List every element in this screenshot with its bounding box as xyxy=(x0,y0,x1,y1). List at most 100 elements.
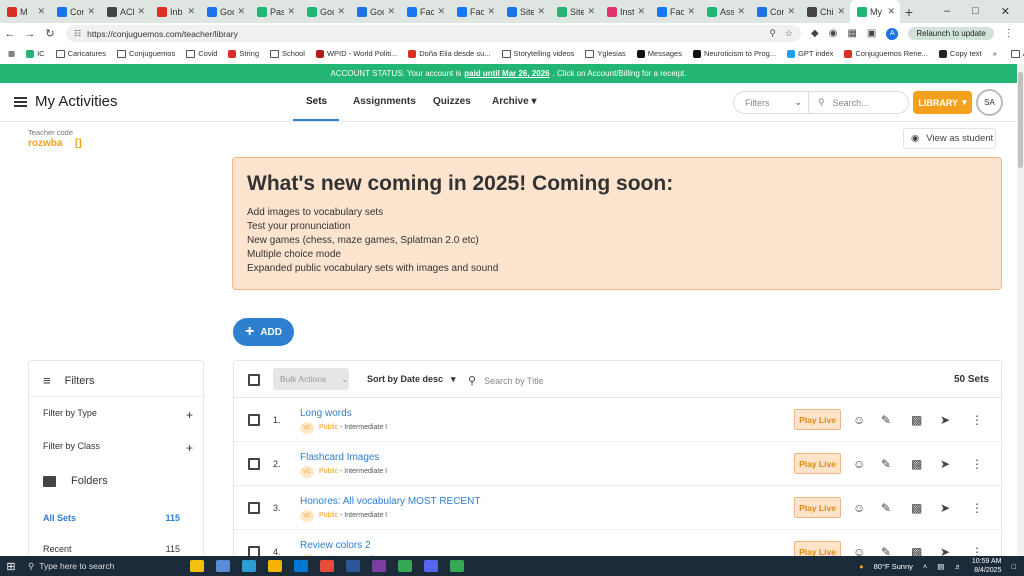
menu-dots-icon[interactable]: ⋮ xyxy=(1004,28,1014,39)
plus-icon[interactable]: + xyxy=(186,408,193,422)
play-live-button[interactable]: Play Live xyxy=(794,453,841,474)
app-icon[interactable] xyxy=(372,560,386,572)
filters-dropdown[interactable]: Filters ⌄ xyxy=(733,91,809,114)
tab-sets[interactable]: Sets xyxy=(306,96,327,107)
browser-tab[interactable]: Face✕ xyxy=(650,0,700,23)
close-tab-icon[interactable]: ✕ xyxy=(537,6,545,17)
browser-tab[interactable]: Goo✕ xyxy=(300,0,350,23)
share-users-icon[interactable]: ☺ xyxy=(853,413,865,427)
bookmark-item[interactable]: String xyxy=(228,49,259,58)
tray-up-icon[interactable]: ˄ xyxy=(923,562,927,571)
puzzle-icon[interactable]: ▦ xyxy=(847,28,856,39)
volume-icon[interactable]: ♬ xyxy=(954,562,962,571)
share-users-icon[interactable]: ☺ xyxy=(853,457,865,471)
bookmark-item[interactable]: Doña Elia desde su... xyxy=(408,49,491,58)
search-input[interactable]: ⚲ Search... xyxy=(809,91,909,114)
forward-icon[interactable]: → xyxy=(20,28,40,40)
search-by-title-input[interactable]: ⚲ Search by Title xyxy=(468,374,544,387)
bookmark-item[interactable]: IC xyxy=(26,49,45,58)
bookmark-item[interactable]: Conjuguemos Rene... xyxy=(844,49,928,58)
close-tab-icon[interactable]: ✕ xyxy=(837,6,845,17)
bookmark-item[interactable]: Neuroticism to Prog... xyxy=(692,49,776,58)
extension-icon-2[interactable]: ◉ xyxy=(829,28,838,39)
stats-bar-chart-icon[interactable]: ▩ xyxy=(911,457,922,471)
tab-assignments[interactable]: Assignments xyxy=(353,96,416,107)
browser-tab[interactable]: Site ✕ xyxy=(500,0,550,23)
row-checkbox[interactable] xyxy=(248,414,260,426)
tab-quizzes[interactable]: Quizzes xyxy=(433,96,471,107)
chrome-icon[interactable] xyxy=(450,560,464,572)
browser-tab[interactable]: Pas ✕ xyxy=(250,0,300,23)
copilot-icon[interactable] xyxy=(216,560,230,572)
scrollbar-thumb[interactable] xyxy=(1018,72,1023,168)
stats-bar-chart-icon[interactable]: ▩ xyxy=(911,413,922,427)
reload-icon[interactable]: ↻ xyxy=(40,27,60,40)
bookmark-item[interactable]: Covid xyxy=(186,49,217,58)
notifications-icon[interactable]: □ xyxy=(1011,562,1016,571)
address-bar[interactable]: ☷ https://conjuguemos.com/teacher/librar… xyxy=(66,25,801,42)
filter-by-type[interactable]: Filter by Type + xyxy=(43,408,193,422)
close-tab-icon[interactable]: ✕ xyxy=(887,6,895,17)
all-bookmarks-button[interactable]: All Bookmarks xyxy=(1010,49,1024,58)
new-tab-icon[interactable]: + xyxy=(900,4,918,20)
library-button[interactable]: LIBRARY ▾ xyxy=(913,91,972,114)
more-options-icon[interactable]: ⋮ xyxy=(971,457,983,471)
close-tab-icon[interactable]: ✕ xyxy=(737,6,745,17)
windows-start-icon[interactable]: ⊞ xyxy=(0,560,22,573)
app-icon[interactable] xyxy=(294,560,308,572)
set-title-link[interactable]: Honores: All vocabulary MOST RECENT xyxy=(300,496,480,507)
bookmark-item[interactable]: School xyxy=(270,49,305,58)
more-bookmarks-icon[interactable]: » xyxy=(993,49,997,58)
plus-icon[interactable]: + xyxy=(186,441,193,455)
discord-icon[interactable] xyxy=(424,560,438,572)
browser-tab[interactable]: Con ✕ xyxy=(750,0,800,23)
bookmark-item[interactable]: WPID - World Politi... xyxy=(315,49,397,58)
stats-bar-chart-icon[interactable]: ▩ xyxy=(911,501,922,515)
edit-pencil-icon[interactable]: ✎ xyxy=(881,501,891,515)
file-explorer-icon[interactable] xyxy=(268,560,282,572)
folder-recent[interactable]: Recent 115 xyxy=(43,544,180,554)
close-window-icon[interactable]: ✕ xyxy=(1001,5,1010,18)
browser-tab[interactable]: ACF✕ xyxy=(100,0,150,23)
edit-pencil-icon[interactable]: ✎ xyxy=(881,413,891,427)
weather-text[interactable]: 80°F Sunny xyxy=(874,562,913,571)
extension-icon[interactable]: ◆ xyxy=(811,28,819,39)
bookmark-item[interactable]: Caricatures xyxy=(55,49,106,58)
maximize-icon[interactable]: □ xyxy=(972,5,979,18)
close-tab-icon[interactable]: ✕ xyxy=(337,6,345,17)
select-all-checkbox[interactable] xyxy=(248,374,260,386)
star-icon[interactable]: ☆ xyxy=(785,28,793,39)
bookmark-item[interactable]: Conjuguemos xyxy=(116,49,175,58)
profile-avatar[interactable]: A xyxy=(886,27,899,40)
close-tab-icon[interactable]: ✕ xyxy=(437,6,445,17)
browser-tab[interactable]: M ✕ xyxy=(0,0,50,23)
browser-tab[interactable]: Goo✕ xyxy=(200,0,250,23)
send-icon[interactable]: ➤ xyxy=(940,413,950,427)
close-tab-icon[interactable]: ✕ xyxy=(287,6,295,17)
back-icon[interactable]: ← xyxy=(0,28,20,40)
close-tab-icon[interactable]: ✕ xyxy=(687,6,695,17)
sort-dropdown[interactable]: Sort by Date desc ▾ xyxy=(367,374,456,385)
close-tab-icon[interactable]: ✕ xyxy=(587,6,595,17)
close-tab-icon[interactable]: ✕ xyxy=(187,6,195,17)
site-info-icon[interactable]: ☷ xyxy=(74,29,81,38)
browser-tab[interactable]: Goo✕ xyxy=(350,0,400,23)
browser-tab[interactable]: Insta✕ xyxy=(600,0,650,23)
url-text[interactable]: https://conjuguemos.com/teacher/library xyxy=(87,29,238,39)
row-checkbox[interactable] xyxy=(248,458,260,470)
add-button[interactable]: + ADD xyxy=(233,318,294,346)
word-icon[interactable] xyxy=(346,560,360,572)
close-tab-icon[interactable]: ✕ xyxy=(637,6,645,17)
close-tab-icon[interactable]: ✕ xyxy=(37,6,45,17)
bulk-actions-dropdown[interactable]: Bulk Actions ⌄ xyxy=(273,368,349,390)
browser-tab[interactable]: Face✕ xyxy=(450,0,500,23)
play-live-button[interactable]: Play Live xyxy=(794,409,841,430)
sidepanel-icon[interactable]: ▣ xyxy=(867,28,876,39)
view-as-student-button[interactable]: ◉ View as student xyxy=(903,128,996,149)
page-scrollbar[interactable] xyxy=(1017,64,1024,556)
taskbar-search[interactable]: ⚲ Type here to search xyxy=(22,556,172,576)
row-checkbox[interactable] xyxy=(248,502,260,514)
play-live-button[interactable]: Play Live xyxy=(794,497,841,518)
apps-grid-icon[interactable]: ▦ xyxy=(8,49,15,58)
bookmark-item[interactable]: Yglesias xyxy=(585,49,626,58)
